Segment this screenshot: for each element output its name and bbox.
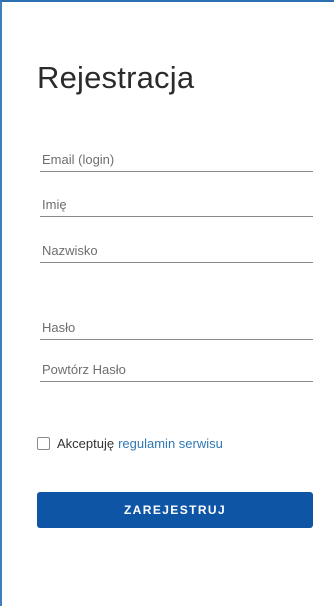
email-field[interactable]: [40, 147, 313, 171]
terms-label: Akceptuję: [57, 436, 115, 451]
register-button[interactable]: ZAREJESTRUJ: [37, 492, 313, 528]
first-name-field[interactable]: [40, 192, 313, 216]
registration-card: Rejestracja Akceptuję regulamin serwisu …: [0, 0, 334, 606]
password-field-wrapper: [40, 315, 313, 340]
password-repeat-field-wrapper: [40, 357, 313, 382]
last-name-field[interactable]: [40, 238, 313, 262]
email-field-wrapper: [40, 147, 313, 172]
terms-checkbox[interactable]: [37, 437, 50, 450]
last-name-field-wrapper: [40, 238, 313, 263]
password-field[interactable]: [40, 315, 313, 339]
terms-row: Akceptuję regulamin serwisu: [37, 436, 223, 451]
first-name-field-wrapper: [40, 192, 313, 217]
terms-link[interactable]: regulamin serwisu: [118, 436, 223, 451]
page-title: Rejestracja: [37, 60, 195, 95]
password-repeat-field[interactable]: [40, 357, 313, 381]
